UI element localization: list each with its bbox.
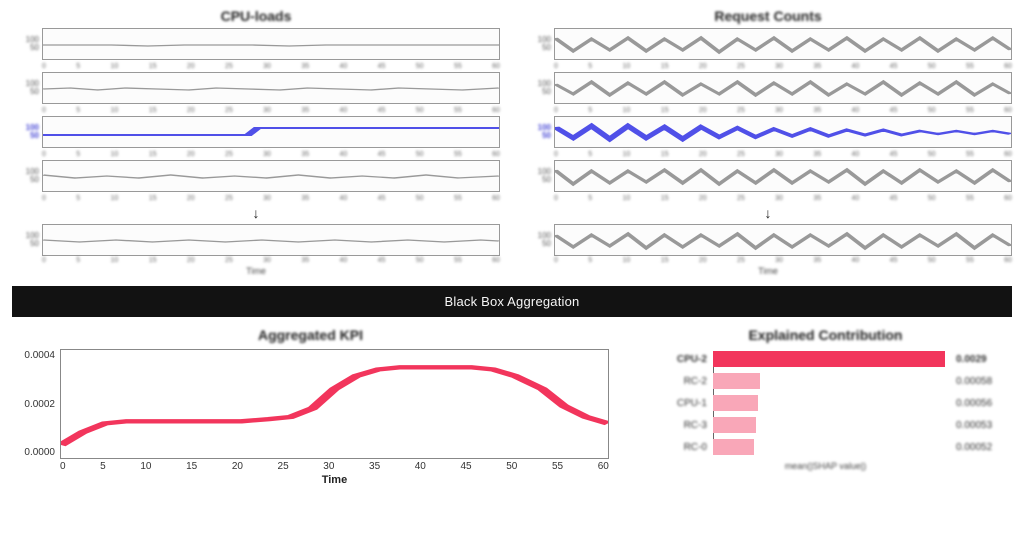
cpu-strip-3-xticks: 051015202530354045505560 [42, 194, 500, 202]
cpu-loads-column: CPU-loads 10050 051015202530354045505560… [12, 8, 500, 276]
rc-strip-0: 10050 [524, 28, 1012, 60]
rc-strip-3: 10050 [524, 160, 1012, 192]
agg-yticks: 0.0004 0.0002 0.0000 [13, 350, 59, 458]
cpu-strip-1: 10050 [12, 72, 500, 104]
request-counts-title: Request Counts [524, 8, 1012, 24]
agg-plot: 0.0004 0.0002 0.0000 [60, 349, 609, 459]
contrib-title: Explained Contribution [639, 327, 1012, 343]
rc-strip-last: 10050 [524, 224, 1012, 256]
contrib-bar-4: RC-0 0.00052 [647, 439, 1004, 455]
cpu-strip-3: 10050 [12, 160, 500, 192]
agg-title: Aggregated KPI [12, 327, 609, 343]
contrib-bars: CPU-2 0.0029 RC-2 0.00058 CPU-1 0.00056 … [639, 347, 1012, 475]
contrib-xlabel: mean(|SHAP value|) [647, 461, 1004, 471]
blackbox-banner: Black Box Aggregation [12, 286, 1012, 317]
cpu-strip-1-xticks: 051015202530354045505560 [42, 106, 500, 114]
aggregated-kpi-panel: Aggregated KPI 0.0004 0.0002 0.0000 KPI … [12, 327, 609, 486]
cpu-loads-title: CPU-loads [12, 8, 500, 24]
cpu-strip-2-highlighted: 10050 [12, 116, 500, 148]
cpu-strip-2-xticks: 051015202530354045505560 [42, 150, 500, 158]
arrow-down-icon: ↓ [524, 205, 1012, 221]
rc-xlabel: Time [524, 266, 1012, 276]
cpu-strip-0: 10050 [12, 28, 500, 60]
contrib-bar-1: RC-2 0.00058 [647, 373, 1004, 389]
arrow-down-icon: ↓ [12, 205, 500, 221]
contrib-bar-2: CPU-1 0.00056 [647, 395, 1004, 411]
agg-xlabel: Time [60, 474, 609, 486]
agg-xticks: 051015202530354045505560 [60, 461, 609, 472]
contrib-bar-3: RC-3 0.00053 [647, 417, 1004, 433]
rc-strip-stack: 10050 051015202530354045505560 10050 051… [524, 28, 1012, 202]
cpu-strip-last-xticks: 051015202530354045505560 [42, 256, 500, 264]
request-counts-column: Request Counts 10050 0510152025303540455… [524, 8, 1012, 276]
bottom-row: Aggregated KPI 0.0004 0.0002 0.0000 KPI … [12, 327, 1012, 486]
contribution-panel: Explained Contribution CPU-2 0.0029 RC-2… [639, 327, 1012, 475]
contrib-bar-0: CPU-2 0.0029 [647, 351, 1004, 367]
cpu-xlabel: Time [12, 266, 500, 276]
cpu-strip-0-xticks: 051015202530354045505560 [42, 62, 500, 70]
rc-strip-2-highlighted: 10050 [524, 116, 1012, 148]
top-row: CPU-loads 10050 051015202530354045505560… [12, 8, 1012, 276]
cpu-strip-stack: 10050 051015202530354045505560 10050 051… [12, 28, 500, 202]
rc-strip-1: 10050 [524, 72, 1012, 104]
cpu-strip-last: 10050 [12, 224, 500, 256]
